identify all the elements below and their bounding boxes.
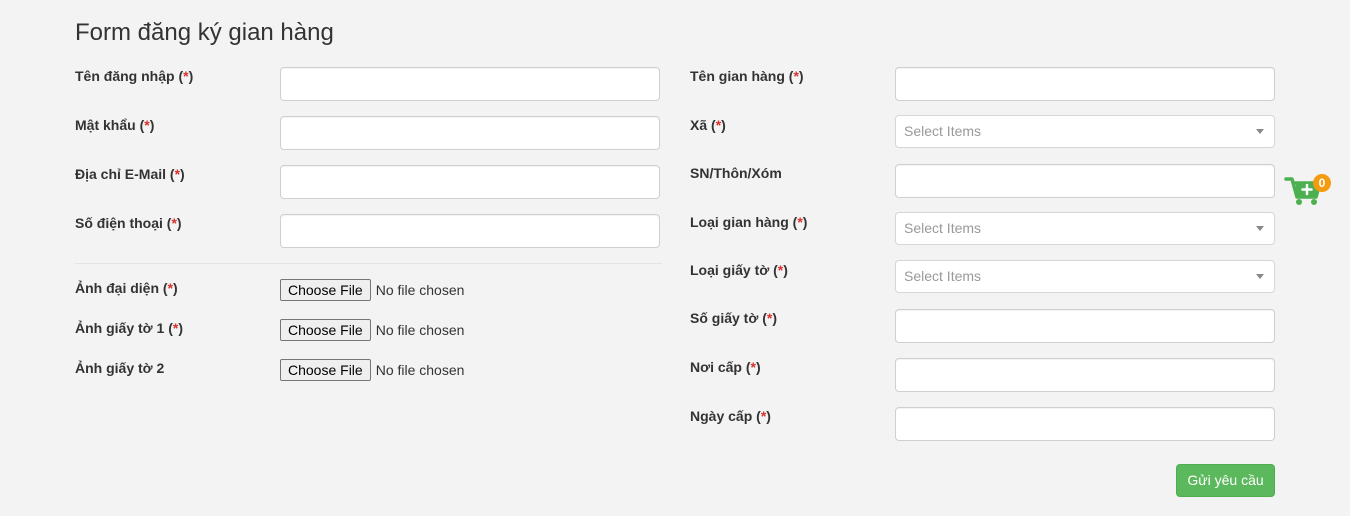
chevron-down-icon [1256,274,1264,279]
label-password-text: Mật khẩu [75,117,136,133]
section-divider [75,263,662,264]
required-mark: * [171,215,177,231]
label-commune: Xã (*) [690,117,726,133]
label-password: Mật khẩu (*) [75,117,155,133]
label-username: Tên đăng nhập (*) [75,68,194,84]
required-mark: * [766,310,773,326]
document2-file-status: No file chosen [375,362,465,378]
document-number-input[interactable] [895,309,1275,343]
label-document-type: Loại giấy tờ (*) [690,262,788,278]
chevron-down-icon [1256,129,1264,134]
label-issue-date-text: Ngày cấp [690,408,753,424]
commune-select[interactable]: Select Items [895,115,1275,148]
label-document2-file: Ảnh giấy tờ 2 [75,360,164,376]
document2-choose-file-button[interactable]: Choose File [280,359,371,381]
label-phone-text: Số điện thoại [75,215,163,231]
required-mark: * [144,117,150,133]
label-avatar-text: Ảnh đại diện [75,280,159,296]
page-title: Form đăng ký gian hàng [75,19,334,46]
document1-file-picker: Choose File No file chosen [280,319,464,341]
avatar-file-picker: Choose File No file chosen [280,279,464,301]
document2-file-picker: Choose File No file chosen [280,359,464,381]
commune-select-placeholder: Select Items [904,123,982,139]
label-issue-place-text: Nơi cấp [690,359,742,375]
document-type-select-placeholder: Select Items [904,268,982,284]
label-avatar-file: Ảnh đại diện (*) [75,280,178,296]
required-mark: * [777,262,784,278]
label-document-type-text: Loại giấy tờ [690,262,770,278]
label-address-text: SN/Thôn/Xóm [690,165,782,181]
username-input[interactable] [280,67,660,101]
label-document-number-text: Số giấy tờ [690,310,759,326]
issue-place-input[interactable] [895,358,1275,392]
required-mark: * [172,320,179,336]
label-username-text: Tên đăng nhập [75,68,175,84]
label-issue-date: Ngày cấp (*) [690,408,771,424]
label-email: Địa chỉ E-Mail (*) [75,166,185,182]
store-type-select-placeholder: Select Items [904,220,982,236]
document1-file-status: No file chosen [375,322,465,338]
label-document1-file: Ảnh giấy tờ 1 (*) [75,320,183,336]
issue-date-input[interactable] [895,407,1275,441]
required-mark: * [167,280,174,296]
required-mark: * [174,166,181,182]
label-address: SN/Thôn/Xóm [690,165,782,181]
avatar-choose-file-button[interactable]: Choose File [280,279,371,301]
label-commune-text: Xã [690,117,708,133]
label-store-type: Loại gian hàng (*) [690,214,808,230]
label-document2-text: Ảnh giấy tờ 2 [75,360,165,376]
required-mark: * [793,68,799,84]
submit-request-button[interactable]: Gửi yêu cầu [1176,464,1275,497]
email-input[interactable] [280,165,660,199]
required-mark: * [715,117,722,133]
required-mark: * [750,359,756,375]
document-type-select[interactable]: Select Items [895,260,1275,293]
document1-choose-file-button[interactable]: Choose File [280,319,371,341]
required-mark: * [797,214,803,230]
password-input[interactable] [280,116,660,150]
address-input[interactable] [895,164,1275,198]
store-name-input[interactable] [895,67,1275,101]
label-phone: Số điện thoại (*) [75,215,182,231]
phone-input[interactable] [280,214,660,248]
label-email-text: Địa chỉ E-Mail [75,166,167,182]
label-document-number: Số giấy tờ (*) [690,310,777,326]
cart-count-badge: 0 [1313,174,1331,192]
chevron-down-icon [1256,226,1264,231]
required-mark: * [760,408,767,424]
label-issue-place: Nơi cấp (*) [690,359,761,375]
store-type-select[interactable]: Select Items [895,212,1275,245]
avatar-file-status: No file chosen [375,282,465,298]
label-store-name-text: Tên gian hàng [690,68,785,84]
label-store-type-text: Loại gian hàng [690,214,789,230]
required-mark: * [183,68,189,84]
label-document1-text: Ảnh giấy tờ 1 [75,320,165,336]
label-store-name: Tên gian hàng (*) [690,68,804,84]
